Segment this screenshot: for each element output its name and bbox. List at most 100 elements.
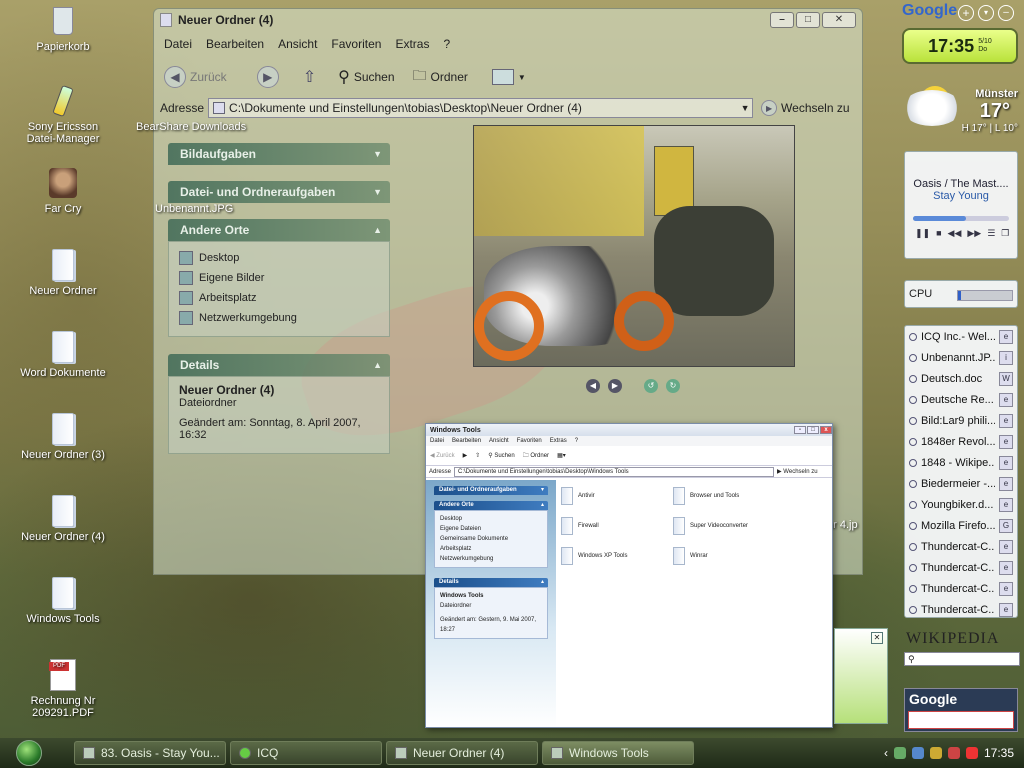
close-button[interactable]: x <box>820 426 832 434</box>
folders-button[interactable]: 🗀 Ordner <box>523 451 549 461</box>
menu-datei[interactable]: Datei <box>430 438 444 444</box>
menu-help[interactable]: ? <box>575 438 578 444</box>
close-button[interactable]: ✕ <box>822 12 856 28</box>
place-desktop[interactable]: Desktop <box>179 248 379 268</box>
menu-icon[interactable]: ▾ <box>978 5 994 21</box>
folders-button[interactable]: 🗀 Ordner <box>413 65 468 89</box>
forward-button[interactable]: ▶ <box>463 452 468 459</box>
menu-ansicht[interactable]: Ansicht <box>489 438 509 444</box>
up-folder-button[interactable]: ⇧ <box>303 67 316 87</box>
feed-item[interactable]: Bild:Lar9 phili... e <box>905 410 1017 431</box>
media-progress-bar[interactable] <box>913 216 1009 221</box>
menu-bearbeiten[interactable]: Bearbeiten <box>452 438 481 444</box>
pane-datei-ordneraufgaben[interactable]: Datei- und Ordneraufgaben ▼ <box>168 181 390 203</box>
address-input[interactable]: C:\Dokumente und Einstellungen\tobias\De… <box>208 98 754 118</box>
next-image-icon[interactable]: ▶ <box>608 379 622 393</box>
place-eigene-dateien[interactable]: Eigene Dateien <box>440 524 542 534</box>
feed-item[interactable]: 1848 - Wikipe... e <box>905 452 1017 473</box>
google-search-input[interactable] <box>908 711 1014 729</box>
feed-item[interactable]: Thundercat-C... e <box>905 536 1017 557</box>
place-eigene-bilder[interactable]: Eigene Bilder <box>179 268 379 288</box>
pane-datei-ordneraufgaben[interactable]: Datei- und Ordneraufgaben ▾ <box>434 486 548 495</box>
explorer-window-windows-tools[interactable]: Windows Tools - □ x Datei Bearbeiten Ans… <box>425 423 833 728</box>
place-netzwerkumgebung[interactable]: Netzwerkumgebung <box>179 308 379 328</box>
desktop-icon-far-cry[interactable]: Far Cry <box>18 166 108 215</box>
views-button[interactable]: ▼ <box>491 69 526 85</box>
go-button[interactable]: ▶ Wechseln zu <box>777 468 818 475</box>
desktop-icon-papierkorb[interactable]: Papierkorb <box>18 4 108 53</box>
folder-item-super-videoconverter[interactable]: Super Videoconverter <box>673 516 785 536</box>
feed-item[interactable]: Youngbiker.d... e <box>905 494 1017 515</box>
place-arbeitsplatz[interactable]: Arbeitsplatz <box>440 544 542 554</box>
previous-track-icon[interactable]: ◀◀ <box>948 228 962 239</box>
place-desktop[interactable]: Desktop <box>440 514 542 524</box>
desktop-icon-rechnung-pdf[interactable]: PDF Rechnung Nr 209291.PDF <box>18 658 108 719</box>
desktop-icon-neuer-ordner-3[interactable]: Neuer Ordner (3) <box>18 412 108 461</box>
previous-image-icon[interactable]: ◀ <box>586 379 600 393</box>
feed-item[interactable]: Deutsch.doc W <box>905 368 1017 389</box>
forward-button[interactable]: ▶ <box>256 66 279 88</box>
feed-item[interactable]: Thundercat-C... e <box>905 578 1017 599</box>
task-icq[interactable]: ICQ <box>230 741 382 765</box>
feed-item[interactable]: Mozilla Firefo... G <box>905 515 1017 536</box>
menu-favoriten[interactable]: Favoriten <box>517 438 542 444</box>
minimize-icon[interactable]: – <box>998 5 1014 21</box>
next-track-icon[interactable]: ▶▶ <box>967 228 981 239</box>
folder-item-browser-tools[interactable]: Browser und Tools <box>673 486 785 506</box>
chevron-up-icon[interactable]: ▴ <box>541 501 544 510</box>
desktop-icon-word-dokumente[interactable]: Word Dokumente <box>18 330 108 379</box>
playlist-icon[interactable]: ☰ <box>987 228 995 239</box>
place-gemeinsame-dokumente[interactable]: Gemeinsame Dokumente <box>440 534 542 544</box>
chevron-up-icon[interactable]: ▲ <box>373 225 382 235</box>
stop-icon[interactable]: ■ <box>936 228 941 239</box>
minimize-button[interactable]: - <box>794 426 806 434</box>
tray-icon-5[interactable] <box>965 747 978 759</box>
maximize-button[interactable]: □ <box>796 12 820 28</box>
desktop-icon-neuer-ordner[interactable]: Neuer Ordner <box>18 248 108 297</box>
taskbar-clock[interactable]: 17:35 <box>984 746 1014 760</box>
back-button[interactable]: ◀ Zurück <box>164 66 227 88</box>
address-input[interactable]: C:\Dokumente und Einstellungen\tobias\De… <box>454 466 775 477</box>
window-icon[interactable]: ❐ <box>1001 228 1009 239</box>
tray-icon-2[interactable] <box>911 747 924 759</box>
tray-icon-1[interactable] <box>893 747 906 759</box>
tray-icon-3[interactable] <box>929 747 942 759</box>
up-folder-icon[interactable]: ⇧ <box>475 452 480 459</box>
menu-favoriten[interactable]: Favoriten <box>331 37 381 51</box>
menu-bearbeiten[interactable]: Bearbeiten <box>206 37 264 51</box>
chevron-up-icon[interactable]: ▴ <box>541 578 544 587</box>
desktop-icon-neuer-ordner-4[interactable]: Neuer Ordner (4) <box>18 494 108 543</box>
desktop-label-bearshare[interactable]: BearShare Downloads <box>136 121 246 133</box>
chevron-down-icon[interactable]: ▼ <box>738 103 752 113</box>
search-button[interactable]: ⚲ Suchen <box>488 452 514 459</box>
rotate-left-icon[interactable]: ↺ <box>644 379 658 393</box>
desktop-icon-windows-tools[interactable]: Windows Tools <box>18 576 108 625</box>
folder-item-firewall[interactable]: Firewall <box>561 516 673 536</box>
go-button[interactable]: ▶ Wechseln zu <box>761 100 850 116</box>
feed-item[interactable]: Thundercat-C... e <box>905 599 1017 617</box>
task-windows-tools[interactable]: Windows Tools <box>542 741 694 765</box>
task-oasis[interactable]: 83. Oasis - Stay You... <box>74 741 226 765</box>
desktop-icon-sony-ericsson[interactable]: Sony Ericsson Datei-Manager <box>18 84 108 145</box>
feed-item[interactable]: ICQ Inc.- Wel... e <box>905 326 1017 347</box>
place-arbeitsplatz[interactable]: Arbeitsplatz <box>179 288 379 308</box>
minimize-button[interactable]: – <box>770 12 794 28</box>
feed-item[interactable]: Biedermeier -... e <box>905 473 1017 494</box>
window-titlebar[interactable]: Neuer Ordner (4) – □ ✕ <box>154 9 862 31</box>
feed-item[interactable]: 1848er Revol... e <box>905 431 1017 452</box>
search-button[interactable]: ⚲ Suchen <box>338 67 394 87</box>
menu-extras[interactable]: Extras <box>550 438 567 444</box>
feed-item[interactable]: Deutsche Re... e <box>905 389 1017 410</box>
task-neuer-ordner-4[interactable]: Neuer Ordner (4) <box>386 741 538 765</box>
folder-item-windows-xp-tools[interactable]: Windows XP Tools <box>561 546 673 566</box>
close-icon[interactable]: ✕ <box>871 632 883 644</box>
menu-ansicht[interactable]: Ansicht <box>278 37 317 51</box>
folder-item-winrar[interactable]: Winrar <box>673 546 785 566</box>
feed-item[interactable]: Thundercat-C... e <box>905 557 1017 578</box>
menu-help[interactable]: ? <box>443 37 450 51</box>
wikipedia-search-input[interactable]: ⚲ <box>904 652 1020 666</box>
tray-icon-4[interactable] <box>947 747 960 759</box>
start-button[interactable] <box>0 738 58 768</box>
place-netzwerkumgebung[interactable]: Netzwerkumgebung <box>440 554 542 564</box>
chevron-left-icon[interactable]: ‹ <box>884 746 888 760</box>
